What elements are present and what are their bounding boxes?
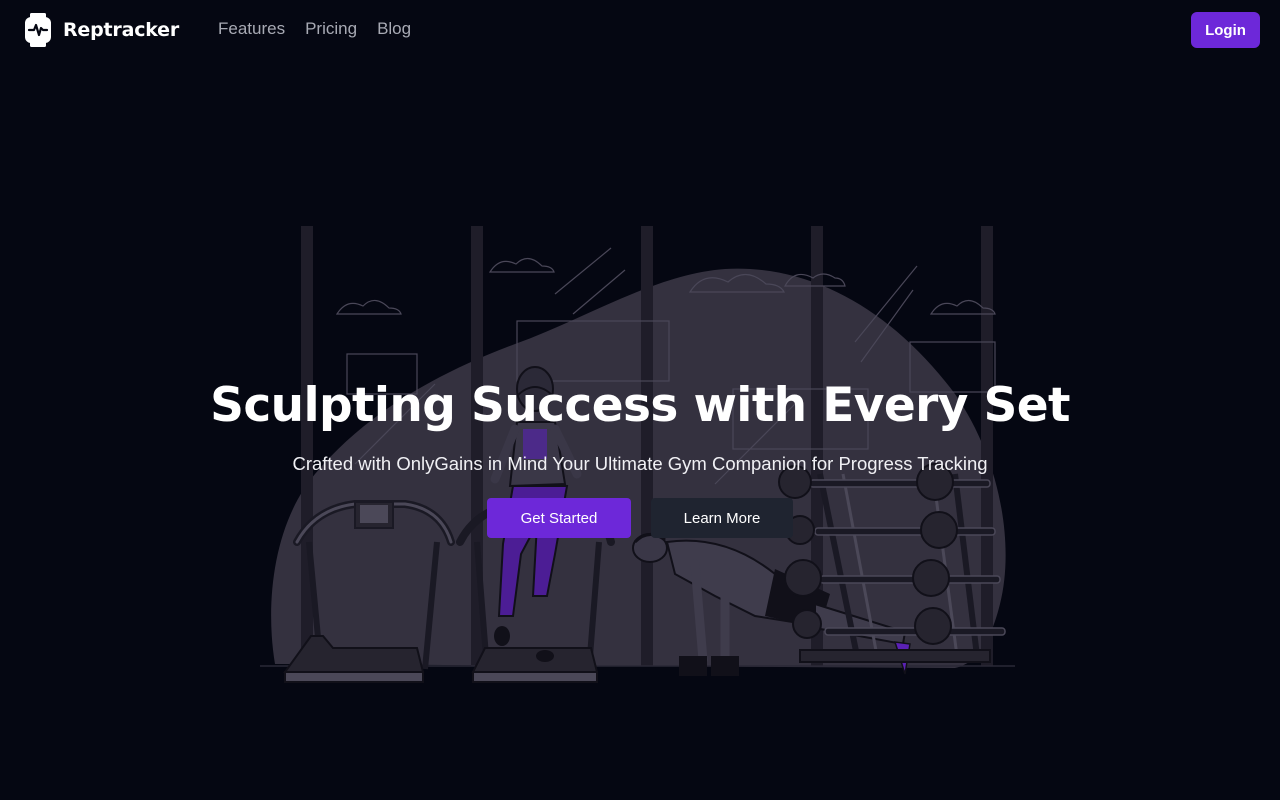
brand-name: Reptracker (63, 19, 180, 41)
learn-more-button[interactable]: Learn More (651, 498, 793, 538)
brand-logo-link[interactable]: Reptracker (24, 13, 179, 47)
hero-subtitle: Crafted with OnlyGains in Mind Your Ulti… (292, 453, 988, 474)
nav-link-blog[interactable]: Blog (377, 18, 411, 40)
nav-link-pricing[interactable]: Pricing (305, 18, 357, 40)
hero-title: Sculpting Success with Every Set (210, 378, 1070, 433)
get-started-button[interactable]: Get Started (487, 498, 631, 538)
landing-page: Reptracker Features Pricing Blog Login S… (0, 0, 1280, 800)
nav-link-features[interactable]: Features (218, 18, 285, 40)
nav-links: Features Pricing Blog (218, 18, 411, 40)
smartwatch-icon (25, 13, 51, 47)
login-button[interactable]: Login (1191, 12, 1260, 48)
top-nav: Reptracker Features Pricing Blog Login (0, 0, 1280, 60)
